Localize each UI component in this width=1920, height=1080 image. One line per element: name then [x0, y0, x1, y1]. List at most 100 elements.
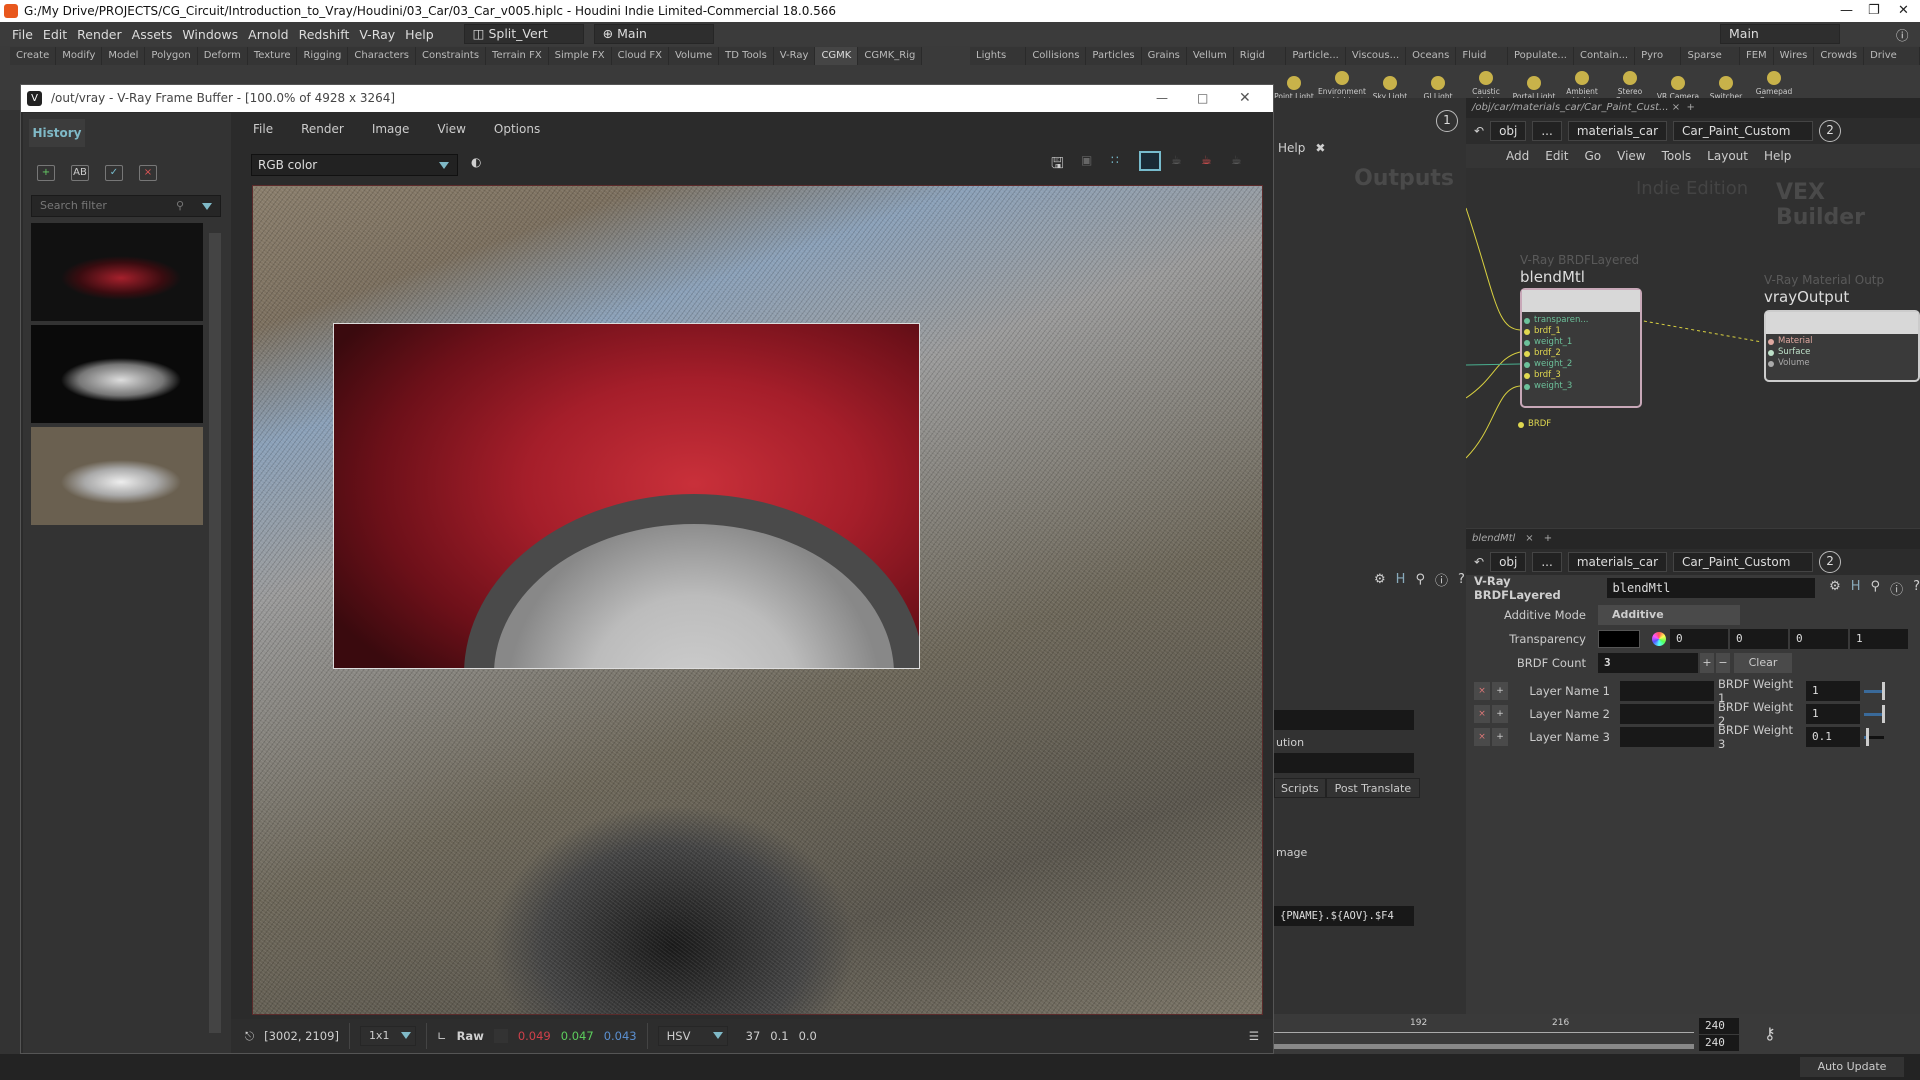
color-wheel-icon[interactable] [1652, 632, 1666, 646]
shelf-tab[interactable]: Simple FX [548, 47, 612, 65]
weight-slider[interactable] [1864, 727, 1884, 746]
color-correction-icon[interactable]: ◐ [471, 155, 481, 169]
menu-help[interactable]: Help [1278, 141, 1305, 155]
path-car-paint-custom[interactable]: Car_Paint_Custom [1673, 552, 1814, 572]
input-port[interactable]: transparen... [1524, 315, 1638, 326]
menu-file[interactable]: File [12, 27, 33, 42]
region-render-icon[interactable] [1139, 151, 1161, 171]
slider-handle[interactable] [1882, 704, 1885, 723]
shelf-tab[interactable]: Model [102, 47, 146, 65]
menu-vray[interactable]: V-Ray [359, 27, 395, 42]
shelf-tool[interactable]: VR Camera [1654, 72, 1702, 101]
shelf-tab[interactable]: Constraints [415, 47, 487, 65]
shelf-tab[interactable]: Particle... [1286, 47, 1346, 65]
load-history-icon[interactable]: ✓ [105, 165, 123, 181]
minimize-button[interactable]: — [1840, 0, 1853, 22]
shelf-tool[interactable]: Sky Light [1366, 72, 1414, 101]
h-icon[interactable]: H [1396, 572, 1406, 587]
history-thumbnail-car-env[interactable] [31, 427, 203, 525]
input-port[interactable]: weight_3 [1524, 381, 1638, 392]
weight-slider[interactable] [1864, 704, 1885, 723]
remove-history-icon[interactable]: × [139, 165, 157, 181]
path-materials-car[interactable]: materials_car [1567, 552, 1668, 572]
layer-name-field[interactable] [1620, 703, 1714, 724]
transparency-r[interactable]: 0 [1670, 629, 1728, 649]
layer-name-field[interactable] [1620, 726, 1714, 747]
menu-render[interactable]: Render [77, 27, 122, 42]
shelf-tab[interactable]: Deform [197, 47, 248, 65]
menu-windows[interactable]: Windows [182, 27, 238, 42]
shelf-tool[interactable]: Switcher [1702, 72, 1750, 101]
node-blendmtl[interactable]: transparen... brdf_1 weight_1 brdf_2 weight_… [1518, 288, 1642, 429]
shelf-tool[interactable]: GI Light [1414, 72, 1462, 101]
shelf-tab[interactable]: FEM [1739, 47, 1774, 65]
path-obj[interactable]: obj [1490, 552, 1527, 572]
brdf-weight-field[interactable]: 1 [1806, 680, 1860, 701]
weight-slider[interactable] [1864, 681, 1885, 700]
pane-link-number[interactable]: 2 [1819, 551, 1842, 573]
history-tab[interactable]: History [29, 119, 85, 147]
log-icon[interactable]: ☰ [1249, 1029, 1259, 1043]
vfb-menu-file[interactable]: File [253, 122, 273, 136]
curve-icon[interactable]: ∟ [437, 1029, 447, 1043]
input-port[interactable]: Surface [1768, 347, 1916, 358]
info-icon[interactable]: ⓘ [1435, 570, 1448, 589]
desktop-select[interactable]: ⊕ Main [593, 24, 714, 44]
gear-icon[interactable]: ⚙ [1374, 572, 1386, 587]
shelf-tab[interactable]: Particles [1086, 47, 1142, 65]
shelf-tab[interactable]: Pyro FX [1635, 47, 1682, 79]
search-icon[interactable]: ⚲ [1415, 572, 1425, 587]
back-icon[interactable]: ↶ [1474, 555, 1484, 569]
path-ellipsis[interactable]: ... [1532, 552, 1562, 572]
history-thumbnail-red-car[interactable] [31, 223, 203, 321]
close-button[interactable]: ✕ [1898, 0, 1909, 22]
h-icon[interactable]: H [1851, 579, 1861, 598]
menu-assets[interactable]: Assets [132, 27, 173, 42]
shelf-tab[interactable]: Terrain FX [486, 47, 549, 65]
save-image-icon[interactable]: 🖫 [1051, 153, 1064, 178]
tab-scripts[interactable]: Scripts [1274, 778, 1326, 798]
field[interactable] [1274, 753, 1414, 773]
shelf-tab[interactable]: Cloud FX [611, 47, 669, 65]
channel-select[interactable]: RGB color [251, 154, 458, 176]
help-icon[interactable]: ⓘ [1896, 25, 1909, 44]
remove-layer-icon[interactable]: × [1474, 704, 1490, 723]
params-tab[interactable]: blendMtl × + [1466, 529, 1920, 549]
maximize-button[interactable]: ❐ [1868, 0, 1880, 22]
range-bar[interactable] [1274, 1044, 1694, 1049]
menu-redshift[interactable]: Redshift [299, 27, 350, 42]
search-icon[interactable]: ⚲ [1871, 579, 1881, 598]
save-to-history-icon[interactable]: + [37, 165, 55, 181]
shelf-tab[interactable]: Grains [1141, 47, 1187, 65]
top-right-desktop-select[interactable]: Main [1720, 24, 1840, 44]
add-layer-button[interactable]: + [1700, 653, 1714, 673]
input-port[interactable]: Volume [1768, 358, 1916, 369]
shelf-tab[interactable]: Fluid C... [1456, 47, 1508, 79]
help-icon[interactable]: ? [1913, 579, 1920, 598]
pane-link-number[interactable]: 1 [1436, 110, 1458, 132]
wrench-icon[interactable]: ✖ [1315, 141, 1325, 155]
additive-mode-select[interactable]: Additive [1598, 605, 1740, 625]
render-image[interactable] [252, 185, 1263, 1015]
vfb-menu-render[interactable]: Render [301, 122, 344, 136]
shelf-tab[interactable]: Vellum [1186, 47, 1234, 65]
shelf-tab[interactable]: Oceans [1406, 47, 1457, 65]
remove-layer-icon[interactable]: × [1474, 727, 1490, 746]
layer-name-field[interactable] [1620, 680, 1714, 701]
help-icon[interactable]: ? [1458, 572, 1465, 587]
shelf-tool[interactable]: Point Light [1270, 72, 1318, 101]
shelf-tab[interactable]: Rigid B... [1233, 47, 1287, 79]
shelf-tab[interactable]: Rigging [297, 47, 349, 65]
shelf-tab[interactable]: V-Ray [773, 47, 816, 65]
ab-compare-icon[interactable]: AB [71, 165, 89, 181]
transparency-color-swatch[interactable] [1598, 630, 1640, 648]
slider-handle[interactable] [1882, 681, 1885, 700]
vfb-minimize-button[interactable]: — [1156, 85, 1168, 112]
node-vrayoutput[interactable]: Material Surface Volume [1764, 310, 1920, 382]
shelf-tab[interactable]: Viscous... [1345, 47, 1407, 65]
transparency-g[interactable]: 0 [1730, 629, 1788, 649]
shelf-tab[interactable]: Polygon [145, 47, 198, 65]
brdf-weight-field[interactable]: 0.1 [1806, 726, 1860, 747]
transparency-b[interactable]: 0 [1790, 629, 1848, 649]
global-end-field[interactable]: 240 [1699, 1035, 1739, 1051]
